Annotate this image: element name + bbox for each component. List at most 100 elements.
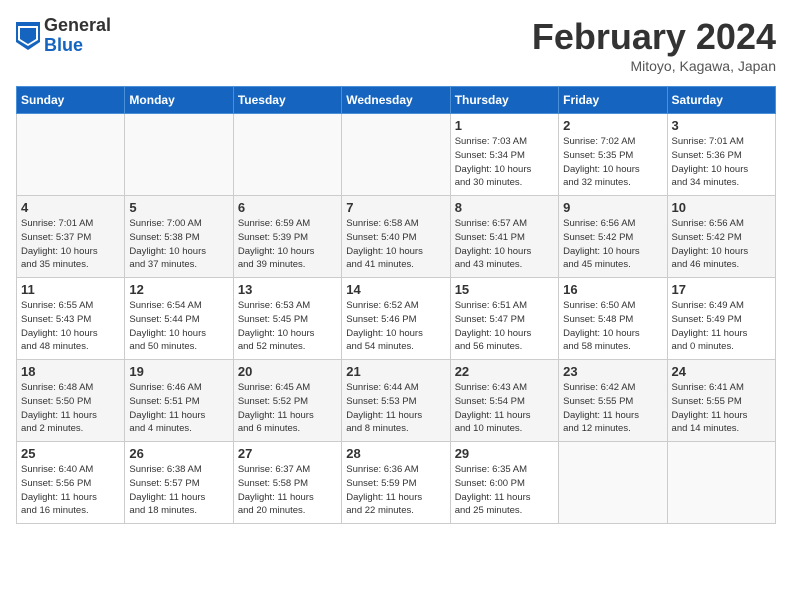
day-info: Sunrise: 6:40 AM Sunset: 5:56 PM Dayligh… [21, 463, 120, 518]
day-cell [17, 114, 125, 196]
day-info: Sunrise: 6:41 AM Sunset: 5:55 PM Dayligh… [672, 381, 771, 436]
day-cell: 9 Sunrise: 6:56 AM Sunset: 5:42 PM Daylig… [559, 196, 667, 278]
day-info: Sunrise: 6:51 AM Sunset: 5:47 PM Dayligh… [455, 299, 554, 354]
day-number: 26 [129, 446, 228, 461]
logo-icon [16, 22, 40, 50]
day-info: Sunrise: 6:46 AM Sunset: 5:51 PM Dayligh… [129, 381, 228, 436]
day-cell [667, 442, 775, 524]
title-section: February 2024 Mitoyo, Kagawa, Japan [532, 16, 776, 74]
day-number: 18 [21, 364, 120, 379]
day-cell: 2 Sunrise: 7:02 AM Sunset: 5:35 PM Daylig… [559, 114, 667, 196]
day-cell [559, 442, 667, 524]
calendar-table: SundayMondayTuesdayWednesdayThursdayFrid… [16, 86, 776, 524]
day-header-tuesday: Tuesday [233, 87, 341, 114]
day-header-sunday: Sunday [17, 87, 125, 114]
day-number: 28 [346, 446, 445, 461]
week-row-4: 18 Sunrise: 6:48 AM Sunset: 5:50 PM Dayli… [17, 360, 776, 442]
day-cell: 14 Sunrise: 6:52 AM Sunset: 5:46 PM Dayli… [342, 278, 450, 360]
day-cell: 18 Sunrise: 6:48 AM Sunset: 5:50 PM Dayli… [17, 360, 125, 442]
day-cell: 6 Sunrise: 6:59 AM Sunset: 5:39 PM Daylig… [233, 196, 341, 278]
day-header-wednesday: Wednesday [342, 87, 450, 114]
week-row-5: 25 Sunrise: 6:40 AM Sunset: 5:56 PM Dayli… [17, 442, 776, 524]
day-number: 19 [129, 364, 228, 379]
day-number: 17 [672, 282, 771, 297]
week-row-2: 4 Sunrise: 7:01 AM Sunset: 5:37 PM Daylig… [17, 196, 776, 278]
location: Mitoyo, Kagawa, Japan [532, 58, 776, 74]
day-cell: 27Sunrise: 6:37 AM Sunset: 5:58 PM Dayli… [233, 442, 341, 524]
day-number: 6 [238, 200, 337, 215]
day-info: Sunrise: 6:56 AM Sunset: 5:42 PM Dayligh… [672, 217, 771, 272]
day-number: 20 [238, 364, 337, 379]
day-cell: 1 Sunrise: 7:03 AM Sunset: 5:34 PM Daylig… [450, 114, 558, 196]
day-info: Sunrise: 6:38 AM Sunset: 5:57 PM Dayligh… [129, 463, 228, 518]
day-number: 12 [129, 282, 228, 297]
day-info: Sunrise: 7:03 AM Sunset: 5:34 PM Dayligh… [455, 135, 554, 190]
day-info: Sunrise: 6:56 AM Sunset: 5:42 PM Dayligh… [563, 217, 662, 272]
page-header: General Blue February 2024 Mitoyo, Kagaw… [16, 16, 776, 74]
day-cell: 16Sunrise: 6:50 AM Sunset: 5:48 PM Dayli… [559, 278, 667, 360]
day-cell: 26 Sunrise: 6:38 AM Sunset: 5:57 PM Dayli… [125, 442, 233, 524]
day-number: 3 [672, 118, 771, 133]
day-cell: 25 Sunrise: 6:40 AM Sunset: 5:56 PM Dayli… [17, 442, 125, 524]
day-info: Sunrise: 7:01 AM Sunset: 5:36 PM Dayligh… [672, 135, 771, 190]
day-cell: 3 Sunrise: 7:01 AM Sunset: 5:36 PM Daylig… [667, 114, 775, 196]
day-cell: 13Sunrise: 6:53 AM Sunset: 5:45 PM Dayli… [233, 278, 341, 360]
day-cell: 12 Sunrise: 6:54 AM Sunset: 5:44 PM Dayli… [125, 278, 233, 360]
day-info: Sunrise: 6:42 AM Sunset: 5:55 PM Dayligh… [563, 381, 662, 436]
day-cell: 20 Sunrise: 6:45 AM Sunset: 5:52 PM Dayli… [233, 360, 341, 442]
day-cell: 8 Sunrise: 6:57 AM Sunset: 5:41 PM Daylig… [450, 196, 558, 278]
day-cell: 4 Sunrise: 7:01 AM Sunset: 5:37 PM Daylig… [17, 196, 125, 278]
day-cell: 29 Sunrise: 6:35 AM Sunset: 6:00 PM Dayli… [450, 442, 558, 524]
week-row-3: 11Sunrise: 6:55 AM Sunset: 5:43 PM Dayli… [17, 278, 776, 360]
day-number: 15 [455, 282, 554, 297]
day-cell: 11Sunrise: 6:55 AM Sunset: 5:43 PM Dayli… [17, 278, 125, 360]
day-cell: 17 Sunrise: 6:49 AM Sunset: 5:49 PM Dayli… [667, 278, 775, 360]
day-cell [342, 114, 450, 196]
day-number: 21 [346, 364, 445, 379]
day-number: 2 [563, 118, 662, 133]
day-header-thursday: Thursday [450, 87, 558, 114]
day-number: 1 [455, 118, 554, 133]
day-number: 23 [563, 364, 662, 379]
day-info: Sunrise: 6:36 AM Sunset: 5:59 PM Dayligh… [346, 463, 445, 518]
day-number: 14 [346, 282, 445, 297]
day-info: Sunrise: 6:45 AM Sunset: 5:52 PM Dayligh… [238, 381, 337, 436]
day-cell: 24Sunrise: 6:41 AM Sunset: 5:55 PM Dayli… [667, 360, 775, 442]
day-info: Sunrise: 6:35 AM Sunset: 6:00 PM Dayligh… [455, 463, 554, 518]
day-info: Sunrise: 6:55 AM Sunset: 5:43 PM Dayligh… [21, 299, 120, 354]
day-number: 5 [129, 200, 228, 215]
day-cell: 19 Sunrise: 6:46 AM Sunset: 5:51 PM Dayli… [125, 360, 233, 442]
day-info: Sunrise: 7:02 AM Sunset: 5:35 PM Dayligh… [563, 135, 662, 190]
day-info: Sunrise: 6:58 AM Sunset: 5:40 PM Dayligh… [346, 217, 445, 272]
day-cell: 10 Sunrise: 6:56 AM Sunset: 5:42 PM Dayli… [667, 196, 775, 278]
day-info: Sunrise: 6:49 AM Sunset: 5:49 PM Dayligh… [672, 299, 771, 354]
day-number: 13 [238, 282, 337, 297]
day-cell: 22Sunrise: 6:43 AM Sunset: 5:54 PM Dayli… [450, 360, 558, 442]
day-number: 25 [21, 446, 120, 461]
day-number: 4 [21, 200, 120, 215]
day-info: Sunrise: 6:48 AM Sunset: 5:50 PM Dayligh… [21, 381, 120, 436]
day-info: Sunrise: 6:59 AM Sunset: 5:39 PM Dayligh… [238, 217, 337, 272]
day-info: Sunrise: 6:54 AM Sunset: 5:44 PM Dayligh… [129, 299, 228, 354]
day-cell: 15 Sunrise: 6:51 AM Sunset: 5:47 PM Dayli… [450, 278, 558, 360]
day-info: Sunrise: 6:57 AM Sunset: 5:41 PM Dayligh… [455, 217, 554, 272]
day-number: 22 [455, 364, 554, 379]
day-cell [233, 114, 341, 196]
day-cell: 5 Sunrise: 7:00 AM Sunset: 5:38 PM Daylig… [125, 196, 233, 278]
day-number: 10 [672, 200, 771, 215]
header-row: SundayMondayTuesdayWednesdayThursdayFrid… [17, 87, 776, 114]
day-cell: 23 Sunrise: 6:42 AM Sunset: 5:55 PM Dayli… [559, 360, 667, 442]
day-number: 9 [563, 200, 662, 215]
day-header-friday: Friday [559, 87, 667, 114]
day-info: Sunrise: 7:01 AM Sunset: 5:37 PM Dayligh… [21, 217, 120, 272]
day-info: Sunrise: 7:00 AM Sunset: 5:38 PM Dayligh… [129, 217, 228, 272]
month-title: February 2024 [532, 16, 776, 58]
day-header-saturday: Saturday [667, 87, 775, 114]
day-number: 29 [455, 446, 554, 461]
logo: General Blue [16, 16, 111, 56]
day-number: 8 [455, 200, 554, 215]
day-cell: 7Sunrise: 6:58 AM Sunset: 5:40 PM Daylig… [342, 196, 450, 278]
day-info: Sunrise: 6:52 AM Sunset: 5:46 PM Dayligh… [346, 299, 445, 354]
week-row-1: 1 Sunrise: 7:03 AM Sunset: 5:34 PM Daylig… [17, 114, 776, 196]
day-number: 16 [563, 282, 662, 297]
